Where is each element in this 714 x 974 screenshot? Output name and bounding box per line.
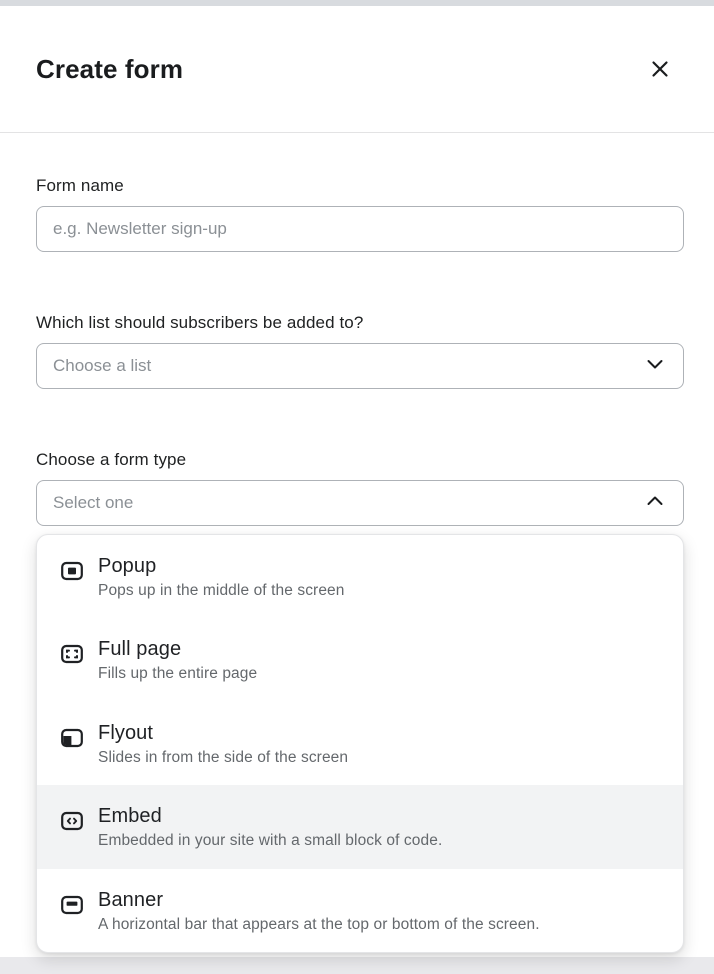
subscriber-list-field-group: Which list should subscribers be added t… <box>36 313 684 389</box>
page-background-bottom <box>0 957 714 974</box>
form-type-option-full-page[interactable]: Full page Fills up the entire page <box>37 618 683 701</box>
embed-icon <box>61 811 83 831</box>
chevron-up-icon <box>643 489 667 518</box>
create-form-modal: Create form Form name Which list should … <box>0 0 714 953</box>
flyout-icon <box>61 728 83 748</box>
banner-icon <box>61 895 83 915</box>
option-description: Pops up in the middle of the screen <box>98 580 344 602</box>
option-title: Banner <box>98 886 540 914</box>
option-description: Fills up the entire page <box>98 663 257 685</box>
subscriber-list-label: Which list should subscribers be added t… <box>36 313 684 333</box>
form-type-option-banner[interactable]: Banner A horizontal bar that appears at … <box>37 869 683 952</box>
close-button[interactable] <box>644 53 676 85</box>
option-description: A horizontal bar that appears at the top… <box>98 914 540 936</box>
option-description: Embedded in your site with a small block… <box>98 830 442 852</box>
form-type-label: Choose a form type <box>36 450 684 470</box>
option-description: Slides in from the side of the screen <box>98 747 348 769</box>
popup-icon <box>61 561 83 581</box>
subscriber-list-select[interactable]: Choose a list <box>36 343 684 389</box>
form-type-option-embed[interactable]: Embed Embedded in your site with a small… <box>37 785 683 868</box>
full-page-icon <box>61 644 83 664</box>
form-type-field-group: Choose a form type Select one <box>36 450 684 526</box>
modal-header: Create form <box>0 6 714 133</box>
form-name-field-group: Form name <box>36 176 684 252</box>
modal-body: Form name Which list should subscribers … <box>0 133 714 953</box>
form-type-option-popup[interactable]: Popup Pops up in the middle of the scree… <box>37 535 683 618</box>
form-name-input[interactable] <box>36 206 684 252</box>
form-name-label: Form name <box>36 176 684 196</box>
form-type-dropdown-panel: Popup Pops up in the middle of the scree… <box>36 534 684 953</box>
x-icon <box>647 56 673 82</box>
option-title: Popup <box>98 552 344 580</box>
option-title: Flyout <box>98 719 348 747</box>
chevron-down-icon <box>643 352 667 381</box>
form-type-selected-value: Select one <box>53 493 133 513</box>
option-title: Embed <box>98 802 442 830</box>
create-form-modal-screen: Create form Form name Which list should … <box>0 0 714 974</box>
form-type-option-flyout[interactable]: Flyout Slides in from the side of the sc… <box>37 702 683 785</box>
option-title: Full page <box>98 635 257 663</box>
form-type-select[interactable]: Select one <box>36 480 684 526</box>
modal-title: Create form <box>36 54 183 85</box>
page-background-top <box>0 0 714 6</box>
subscriber-list-selected-value: Choose a list <box>53 356 151 376</box>
